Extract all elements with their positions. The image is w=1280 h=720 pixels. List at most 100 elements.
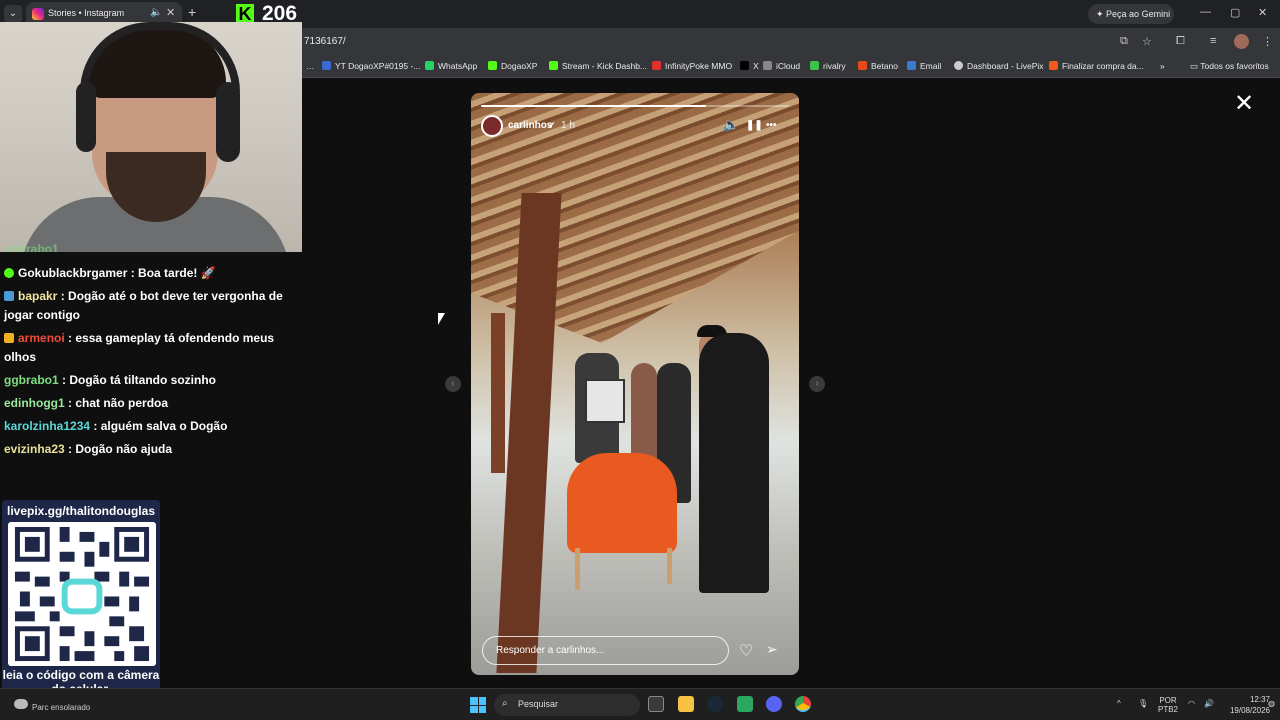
chat-message: ggbrabo1 : Dogão tá tiltando sozinho [4,371,294,390]
more-options-icon[interactable]: ••• [766,120,777,131]
chrome-icon[interactable] [795,696,811,712]
chat-message: Gokublackbrgamer : Boa tarde! 🚀 [4,264,294,283]
close-story-icon[interactable]: ✕ [1234,92,1254,116]
notification-icon[interactable]: ◍ [1268,699,1275,708]
webcam-overlay [0,22,302,252]
bookmark-item[interactable]: InfinityPoke MMO [652,61,732,71]
bookmark-item[interactable]: WhatsApp [425,61,477,71]
discord-icon[interactable] [766,696,782,712]
volume-icon[interactable]: 🔊 [1204,699,1214,708]
story-username[interactable]: carlinhos [508,120,552,131]
bookmark-item[interactable]: rivalry [810,61,846,71]
headset-right-icon [216,82,240,162]
bookmark-item[interactable]: Stream - Kick Dashb... [549,61,647,71]
mute-icon[interactable]: 🔈 [723,117,739,133]
extensions-icon[interactable]: ⧠ [1176,35,1185,48]
chat-username: Gokublackbrgamer [18,266,128,280]
weather-label[interactable]: Parc ensolarado [32,703,90,712]
story-photo-pillar [491,313,505,473]
bookmark-icon [763,61,772,70]
mouse-cursor-icon [438,313,445,325]
chat-message: ggbrabo1 [4,240,294,252]
microphone-icon[interactable]: 🎙 [1138,699,1148,708]
task-view-icon[interactable] [648,696,664,712]
bookmark-star-icon[interactable]: ☆ [1142,35,1152,48]
story-viewer[interactable]: carlinhos ✔ 1 h 🔈 ❚❚ ••• Responder a car… [471,93,799,675]
bookmark-item[interactable]: Email [907,61,941,71]
share-send-icon[interactable]: ➢ [766,641,778,658]
tab-search-icon[interactable]: ⌄ [4,5,22,23]
profile-avatar[interactable] [1234,34,1249,49]
story-next-button[interactable]: › [809,376,825,392]
bookmark-item[interactable]: Dashboard - LivePix [954,61,1044,71]
bookmark-icon [652,61,661,70]
bookmark-item[interactable]: X [740,61,759,71]
chat-text: : Dogão tá tiltando sozinho [62,373,216,387]
taskbar-clock[interactable]: 12:37 19/08/2026 [1226,694,1270,716]
bookmark-icon [425,61,434,70]
tab-audio-icon[interactable]: 🔈 [150,7,162,18]
story-progress-bar [481,105,789,107]
url-field[interactable]: 7136167/ [304,36,346,47]
chat-message: armenoi : essa gameplay tá ofendendo meu… [4,329,294,367]
bookmark-icon [488,61,497,70]
steam-icon[interactable] [707,696,723,712]
like-heart-icon[interactable]: ♡ [739,641,753,661]
media-controls-icon[interactable]: ≡ [1210,35,1216,47]
bookmark-icon [740,61,749,70]
chat-username: armenoi [18,331,65,345]
maximize-button[interactable]: ▢ [1230,6,1240,19]
close-window-button[interactable]: ✕ [1258,6,1267,19]
bookmark-icon [954,61,963,70]
bookmark-item[interactable]: Betano [858,61,898,71]
story-user-avatar[interactable] [481,115,503,137]
story-photo-chair-leg [575,548,580,590]
search-icon: ⌕ [502,698,508,709]
weather-icon[interactable] [14,699,28,709]
chat-username: ggbrabo1 [4,242,59,252]
verified-icon: ✔ [548,120,556,130]
gemini-button[interactable]: ✦ Peça ao Gemini [1088,4,1174,24]
language-indicator[interactable]: POR PTB2 [1158,696,1178,714]
bookmark-item[interactable]: Finalizar compra da... [1049,61,1144,71]
minimize-button[interactable]: — [1200,6,1211,18]
chat-message: evizinha23 : Dogão não ajuda [4,440,294,459]
install-app-icon[interactable]: ⧉ [1120,35,1128,48]
chat-username: edinhogg1 [4,396,65,410]
folder-icon: ▭ [1190,61,1201,71]
whatsapp-icon[interactable] [737,696,753,712]
bookmarks-more-icon[interactable]: » [1160,61,1165,71]
chat-message: bapakr : Dogão até o bot deve ter vergon… [4,287,294,325]
bookmark-item[interactable]: DogaoXP [488,61,537,71]
qr-code-icon [8,522,156,666]
story-photo-person [631,363,657,463]
wifi-icon[interactable]: ◠ [1188,699,1195,708]
bookmark-item[interactable]: … [306,61,315,71]
chat-username: ggbrabo1 [4,373,59,387]
bookmark-item[interactable]: YT DogaoXP#0195 -... [322,61,420,71]
windows-start-icon[interactable] [470,697,486,713]
chat-message: edinhogg1 : chat não perdoa [4,394,294,413]
story-reply-input[interactable]: Responder a carlinhos... [482,636,729,665]
tray-overflow-icon[interactable]: ^ [1117,699,1121,708]
instagram-icon [32,8,44,20]
verified-badge-icon [4,268,14,278]
story-progress-fill [481,105,706,107]
taskbar-search-input[interactable]: ⌕ Pesquisar [494,694,640,716]
chat-text: : Boa tarde! 🚀 [130,266,216,280]
reply-placeholder: Responder a carlinhos... [496,645,605,656]
pause-icon[interactable]: ❚❚ [746,120,763,131]
headset-left-icon [76,82,96,152]
chat-username: bapakr [18,289,58,303]
story-photo-accordion [585,379,625,423]
bookmark-item[interactable]: iCloud [763,61,800,71]
new-tab-button[interactable]: + [188,4,196,20]
story-previous-button[interactable]: ‹ [445,376,461,392]
menu-icon[interactable]: ⋮ [1262,35,1273,48]
chat-text: : Dogão não ajuda [68,442,173,456]
story-timestamp: 1 h [561,120,575,131]
tab-close-icon[interactable]: ✕ [166,6,175,19]
story-photo-chair-leg [667,548,672,584]
file-explorer-icon[interactable] [678,696,694,712]
all-favorites-folder[interactable]: ▭ Todos os favoritos [1190,61,1269,72]
